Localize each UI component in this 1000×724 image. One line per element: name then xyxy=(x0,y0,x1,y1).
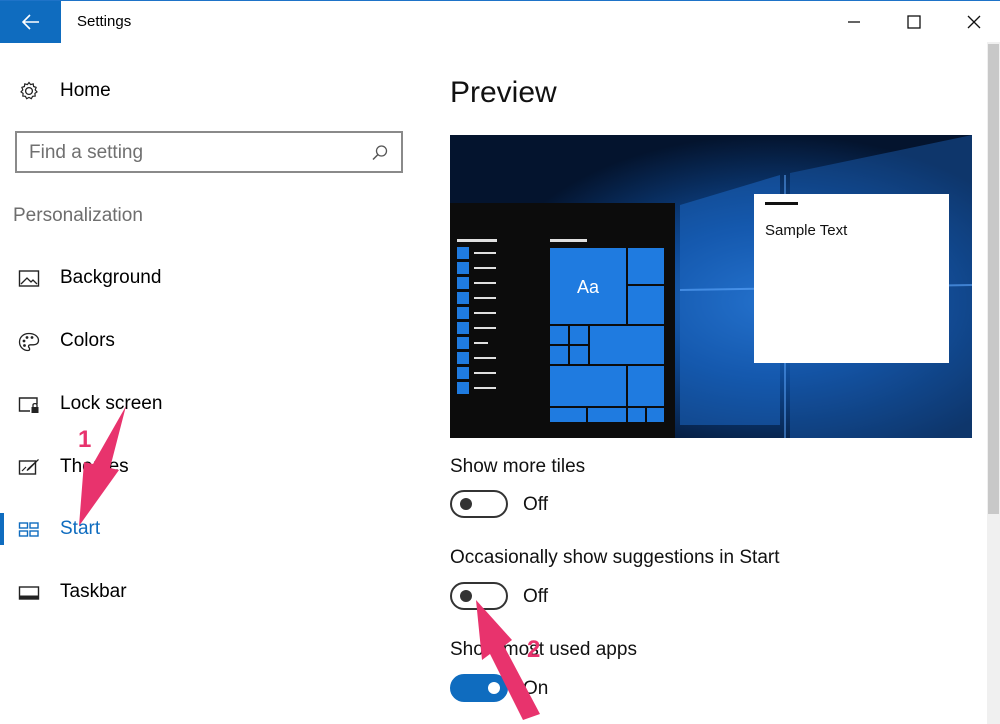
back-arrow-icon xyxy=(21,14,39,30)
title-bar: Settings xyxy=(0,0,1000,43)
annotation-step-1: 1 xyxy=(78,426,92,453)
window-title: Settings xyxy=(77,13,132,30)
suggestions-label: Occasionally show suggestions in Start xyxy=(450,547,780,568)
annotation-step-2: 2 xyxy=(527,636,541,663)
most-used-apps-state: On xyxy=(523,678,549,699)
maximize-icon xyxy=(907,15,921,29)
picture-icon xyxy=(18,270,40,287)
minimize-icon xyxy=(848,21,860,23)
start-icon xyxy=(18,522,39,537)
lock-screen-icon xyxy=(18,397,39,413)
sidebar-item-label: Taskbar xyxy=(60,581,127,602)
sidebar-item-lock-screen[interactable]: Lock screen xyxy=(0,385,410,425)
maximize-button[interactable] xyxy=(884,1,944,43)
sidebar-item-start[interactable]: Start xyxy=(0,510,410,550)
nav-home-label: Home xyxy=(60,80,111,101)
back-button[interactable] xyxy=(0,1,61,43)
search-input[interactable] xyxy=(29,141,359,165)
show-more-tiles-label: Show more tiles xyxy=(450,456,586,477)
minimize-button[interactable] xyxy=(824,1,884,43)
sidebar-item-label: Lock screen xyxy=(60,393,163,414)
close-icon xyxy=(967,15,981,29)
nav-home[interactable]: Home xyxy=(18,78,111,104)
palette-icon xyxy=(18,332,40,352)
sidebar-item-colors[interactable]: Colors xyxy=(0,322,410,362)
desktop-preview-graphic: Aa Sample Text xyxy=(450,135,972,438)
section-label-personalization: Personalization xyxy=(13,205,143,226)
taskbar-icon xyxy=(18,586,40,600)
sidebar-item-themes[interactable]: Themes xyxy=(0,448,410,488)
scrollbar-thumb[interactable] xyxy=(988,44,999,514)
toggle-knob xyxy=(460,590,472,602)
show-more-tiles-state: Off xyxy=(523,494,548,515)
sample-text: Sample Text xyxy=(765,222,848,239)
suggestions-state: Off xyxy=(523,586,548,607)
gear-icon xyxy=(20,81,38,100)
toggle-knob xyxy=(460,498,472,510)
start-preview-image: Aa Sample Text xyxy=(450,135,972,438)
sidebar-item-taskbar[interactable]: Taskbar xyxy=(0,573,410,613)
search-box[interactable] xyxy=(15,131,403,173)
suggestions-toggle[interactable] xyxy=(450,582,508,610)
show-more-tiles-toggle[interactable] xyxy=(450,490,508,518)
sidebar-item-label: Start xyxy=(60,518,101,539)
sidebar-item-label: Background xyxy=(60,267,162,288)
close-button[interactable] xyxy=(944,1,1000,43)
sidebar-item-background[interactable]: Background xyxy=(0,259,410,299)
most-used-apps-label: Show most used apps xyxy=(450,639,637,660)
sidebar-item-label: Colors xyxy=(60,330,115,351)
search-icon xyxy=(372,145,388,161)
most-used-apps-toggle[interactable] xyxy=(450,674,508,702)
page-title: Preview xyxy=(450,76,557,109)
themes-icon xyxy=(18,459,39,475)
toggle-knob xyxy=(488,682,500,694)
sidebar-item-label: Themes xyxy=(60,456,129,477)
tile-text: Aa xyxy=(577,277,600,297)
